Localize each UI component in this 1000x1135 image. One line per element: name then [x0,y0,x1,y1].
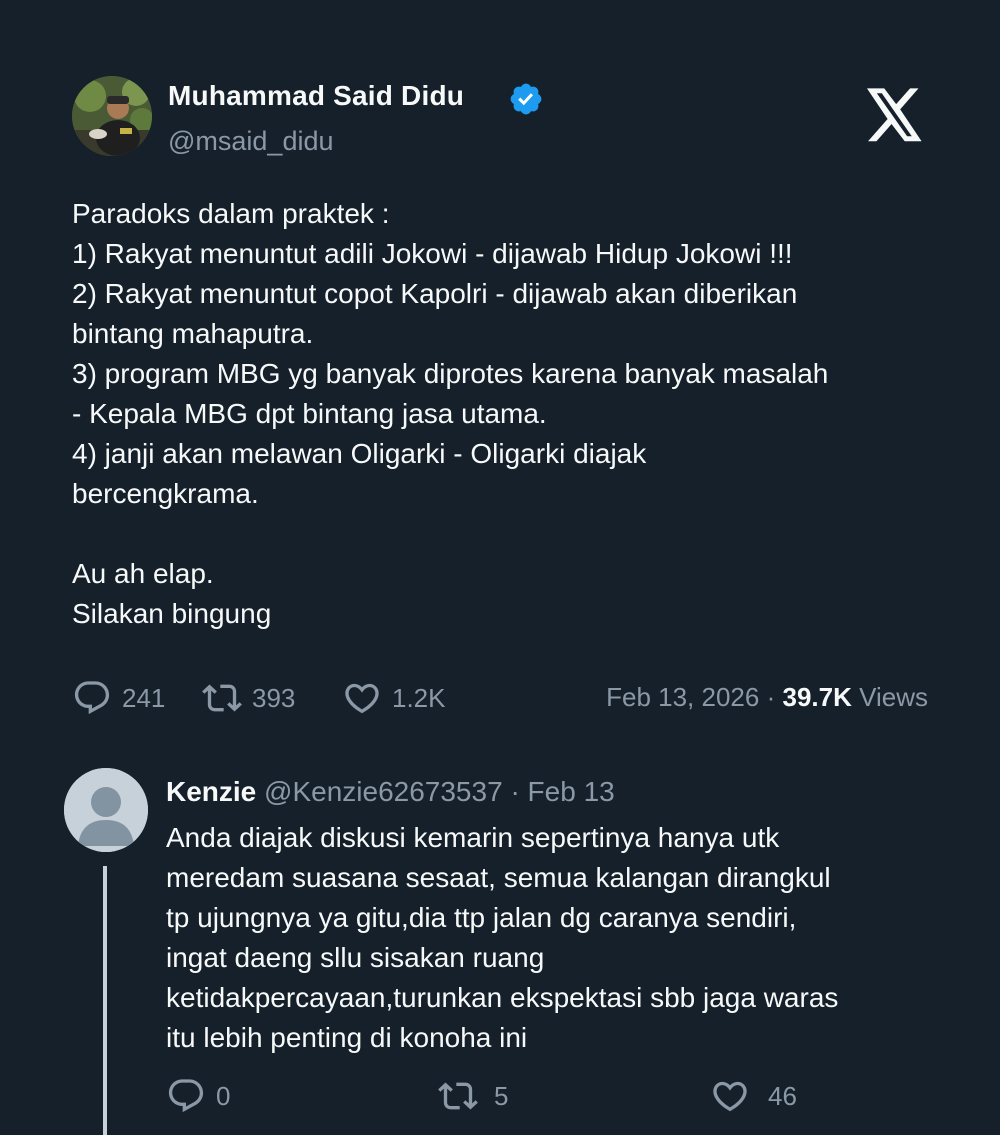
reply-header: Kenzie @Kenzie62673537 · Feb 13 [166,776,615,808]
x-logo-icon [866,88,922,142]
tweet-text-line: 2) Rakyat menuntut copot Kapolri - dijaw… [72,278,798,309]
reply-action-bar: 0 5 46 [166,1074,866,1118]
heart-icon [345,683,379,714]
reply-reply-count: 0 [216,1080,231,1111]
reply-button[interactable]: 241 [72,676,165,720]
reply-count: 241 [122,682,166,713]
reply-retweet-count: 5 [494,1080,509,1111]
reply-reply-button[interactable]: 0 [166,1074,230,1118]
retweet-count: 393 [252,682,296,713]
heart-icon [713,1081,747,1112]
views-count: 39.7K [782,682,852,712]
reply-author-name[interactable]: Kenzie [166,776,256,807]
tweet-text-line: 3) program MBG yg banyak diprotes karena… [72,358,829,389]
author-handle[interactable]: @msaid_didu [168,126,334,157]
meta-separator: · [766,682,776,712]
reply-text-line: Anda diajak diskusi kemarin sepertinya h… [166,822,780,853]
reply-text-line: tp ujungnya ya gitu,dia ttp jalan dg car… [166,902,797,933]
thread-connector-line [103,866,107,1135]
reply-icon [74,681,110,715]
reply-separator: · [510,776,520,807]
reply-icon [168,1079,204,1113]
tweet-action-bar: 241 393 1.2K Feb 13, 2026 · 39.7K Views [72,676,932,720]
tweet-text-line: 1) Rakyat menuntut adili Jokowi - dijawa… [72,238,793,269]
reply-retweet-button[interactable]: 5 [438,1074,508,1118]
verified-badge-icon [510,83,542,115]
reply-like-count: 46 [768,1080,797,1111]
views-label: Views [859,682,928,712]
like-button[interactable]: 1.2K [342,676,446,720]
tweet-text-line: bercengkrama. [72,478,259,509]
retweet-icon [202,684,242,712]
tweet-meta: Feb 13, 2026 · 39.7K Views [606,682,928,713]
tweet-text-line: Au ah elap. [72,558,214,589]
author-display-name[interactable]: Muhammad Said Didu [168,80,464,112]
tweet-text-line: 4) janji akan melawan Oligarki - Oligark… [72,438,647,469]
like-count: 1.2K [392,682,446,713]
tweet-text-line: Silakan bingung [72,598,272,629]
reply-text-line: ketidakpercayaan,turunkan ekspektasi sbb… [166,982,839,1013]
tweet-text-line: - Kepala MBG dpt bintang jasa utama. [72,398,547,429]
retweet-icon [438,1082,478,1110]
reply-text-line: meredam suasana sesaat, semua kalangan d… [166,862,831,893]
reply-text: Anda diajak diskusi kemarin sepertinya h… [166,818,966,1058]
retweet-button[interactable]: 393 [202,676,295,720]
reply-avatar[interactable] [64,768,148,852]
reply-text-line: ingat daeng sllu sisakan ruang [166,942,545,973]
author-avatar[interactable] [72,76,152,156]
reply-like-button[interactable]: 46 [710,1074,797,1118]
tweet-text-line: bintang mahaputra. [72,318,314,349]
tweet-date[interactable]: Feb 13, 2026 [606,682,759,712]
tweet-text-line: Paradoks dalam praktek : [72,198,390,229]
reply-author-handle[interactable]: @Kenzie62673537 [264,776,503,807]
reply-text-line: itu lebih penting di konoha ini [166,1022,528,1053]
tweet-text: Paradoks dalam praktek : 1) Rakyat menun… [72,194,952,634]
reply-date[interactable]: Feb 13 [528,776,615,807]
default-profile-icon [64,768,148,852]
profile-photo-icon [72,76,152,156]
